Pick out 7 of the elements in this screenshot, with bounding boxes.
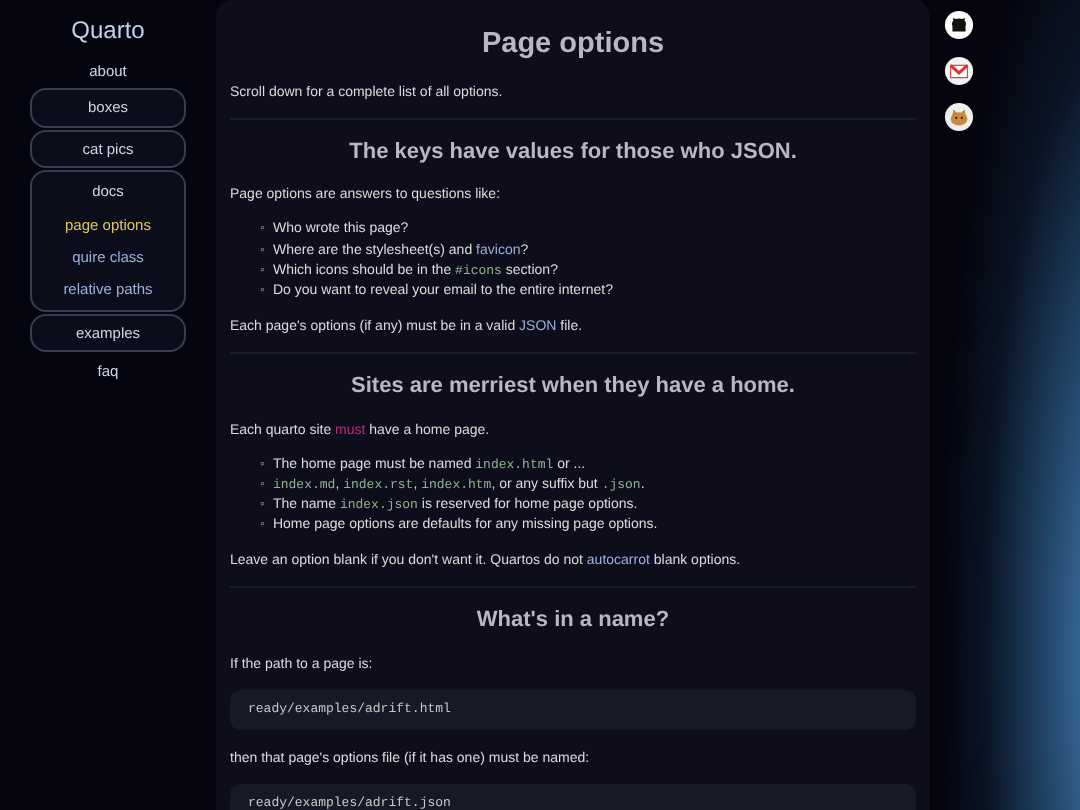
cat-icon[interactable] <box>944 102 974 132</box>
mail-icon[interactable] <box>944 56 974 86</box>
section-heading: The keys have values for those who JSON. <box>347 137 799 168</box>
section-heading: Sites are merriest when they have a home. <box>349 372 797 403</box>
site-title[interactable]: Quarto <box>0 12 216 48</box>
page-title: Page options <box>479 26 667 64</box>
section-heading: What's in a name? <box>474 606 672 637</box>
